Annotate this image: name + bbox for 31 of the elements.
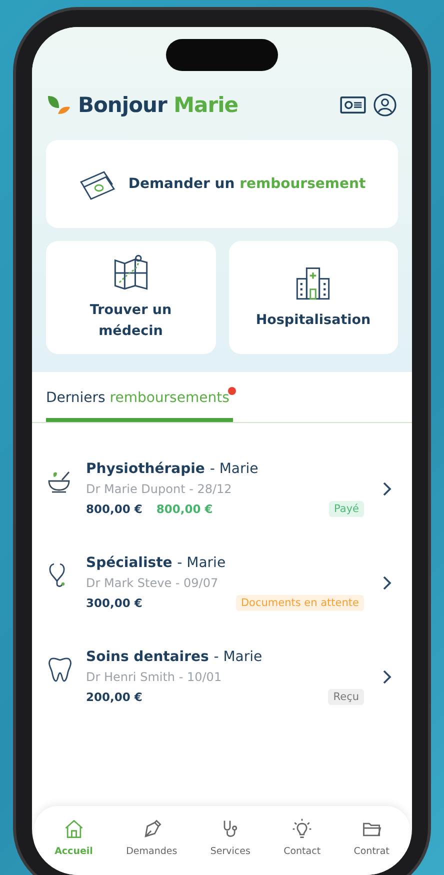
tooth-icon <box>46 655 74 683</box>
nav-tab[interactable]: Contact <box>284 818 321 857</box>
quick-action-card[interactable]: Hospitalisation <box>228 241 398 354</box>
refund-request-card[interactable]: Demander un remboursement <box>46 140 398 228</box>
claim-title: Physiothérapie - Marie <box>86 461 260 477</box>
greeting-title: Bonjour Marie <box>78 93 240 117</box>
claim-amount: 800,00 € <box>86 502 142 516</box>
chevron-right-icon[interactable] <box>382 575 392 591</box>
nav-tab[interactable]: Contrat <box>354 818 390 857</box>
claim-title: Soins dentaires - Marie <box>86 649 264 665</box>
recent-refunds-tab[interactable]: Derniers remboursements <box>46 386 234 422</box>
claim-amount: 300,00 € <box>86 596 142 610</box>
claim-title: Spécialiste - Marie <box>86 555 227 571</box>
quick-action-card[interactable]: Trouver un médecin <box>46 241 216 354</box>
status-badge: Documents en attente <box>236 595 364 611</box>
chevron-right-icon[interactable] <box>382 669 392 685</box>
leaf-logo-icon <box>46 94 72 116</box>
doctor-date: Dr Mark Steve - 09/07 <box>86 576 220 590</box>
chevron-right-icon[interactable] <box>382 481 392 497</box>
status-badge: Reçu <box>328 689 364 705</box>
claim-amount: 200,00 € <box>86 690 142 704</box>
profile-icon[interactable] <box>372 93 398 117</box>
nav-tab[interactable]: Demandes <box>126 818 178 857</box>
status-badge: Payé <box>329 501 364 517</box>
lightbulb-icon <box>291 818 314 840</box>
refunded-amount: 800,00 € <box>156 502 213 516</box>
doctor-date: Dr Marie Dupont - 28/12 <box>86 482 233 496</box>
nav-tab[interactable]: Services <box>210 818 250 857</box>
home-icon <box>62 818 85 840</box>
doctor-date: Dr Henri Smith - 10/01 <box>86 670 223 684</box>
map-icon <box>112 254 150 292</box>
